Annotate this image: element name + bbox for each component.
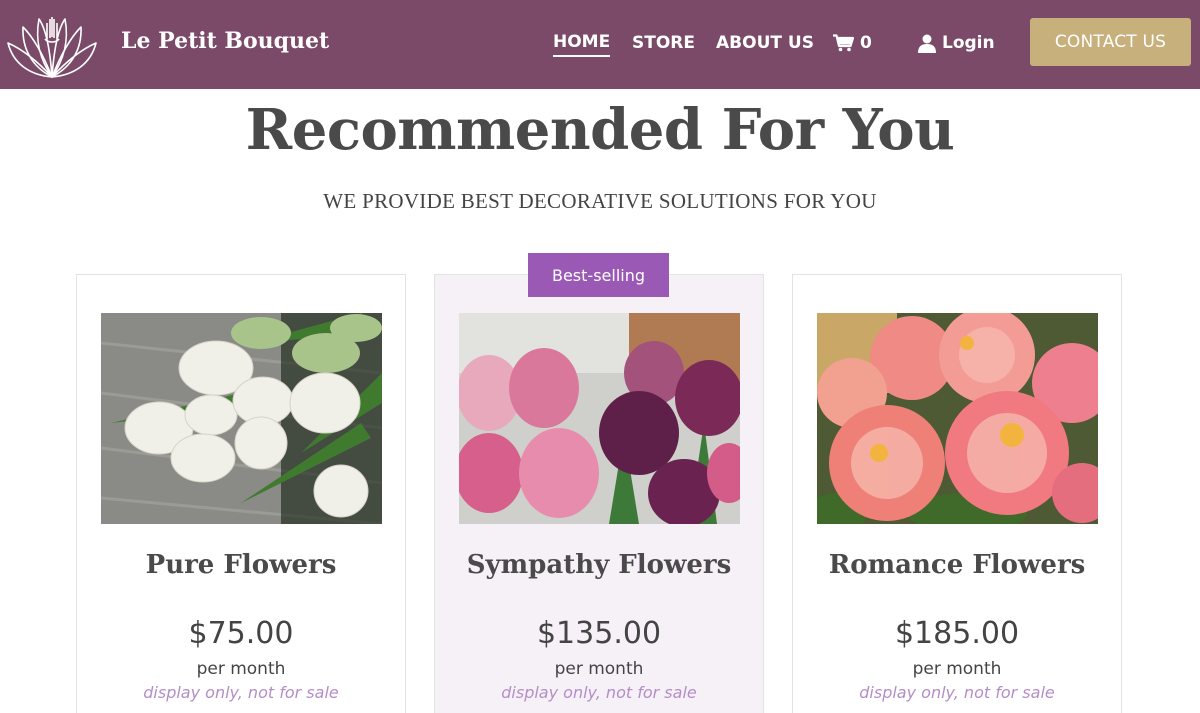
coral-peonies-image[interactable] <box>817 313 1098 524</box>
card-note: display only, not for sale <box>501 683 697 702</box>
nav-login-link[interactable]: Login <box>918 29 995 57</box>
card-title[interactable]: Pure Flowers <box>77 550 405 580</box>
card-price: $185.00 <box>894 616 1020 651</box>
card-title[interactable]: Sympathy Flowers <box>435 550 763 580</box>
contact-us-button[interactable]: CONTACT US <box>1030 18 1191 66</box>
login-label: Login <box>942 33 995 53</box>
cart-count: 0 <box>860 33 872 53</box>
page-subtitle: WE PROVIDE BEST DECORATIVE SOLUTIONS FOR… <box>323 189 877 213</box>
cart-icon <box>833 34 860 52</box>
best-selling-badge: Best-selling <box>528 253 669 297</box>
card-note: display only, not for sale <box>143 683 339 702</box>
nav-home-link[interactable]: HOME <box>553 29 611 57</box>
brand-name[interactable]: Le Petit Bouquet <box>121 28 329 54</box>
card-period: per month <box>554 659 644 679</box>
site-header: Le Petit Bouquet HOME STORE ABOUT US 0 L… <box>0 0 1200 89</box>
card-note: display only, not for sale <box>859 683 1055 702</box>
product-card-pure: Pure Flowers $75.00 per month display on… <box>76 274 406 713</box>
lotus-logo-icon[interactable] <box>5 5 99 81</box>
pink-purple-tulips-image[interactable] <box>459 313 740 524</box>
nav-about-link[interactable]: ABOUT US <box>716 29 814 57</box>
page-title: Recommended For You <box>245 97 955 163</box>
card-price: $135.00 <box>536 616 662 651</box>
product-card-sympathy: Sympathy Flowers $135.00 per month displ… <box>434 274 764 713</box>
card-period: per month <box>196 659 286 679</box>
nav-cart-link[interactable]: 0 <box>833 29 872 57</box>
card-period: per month <box>912 659 1002 679</box>
product-card-romance: Romance Flowers $185.00 per month displa… <box>792 274 1122 713</box>
nav-store-link[interactable]: STORE <box>632 29 695 57</box>
card-title[interactable]: Romance Flowers <box>793 550 1121 580</box>
card-price: $75.00 <box>188 616 294 651</box>
user-icon <box>918 34 942 53</box>
white-tulips-image[interactable] <box>101 313 382 524</box>
